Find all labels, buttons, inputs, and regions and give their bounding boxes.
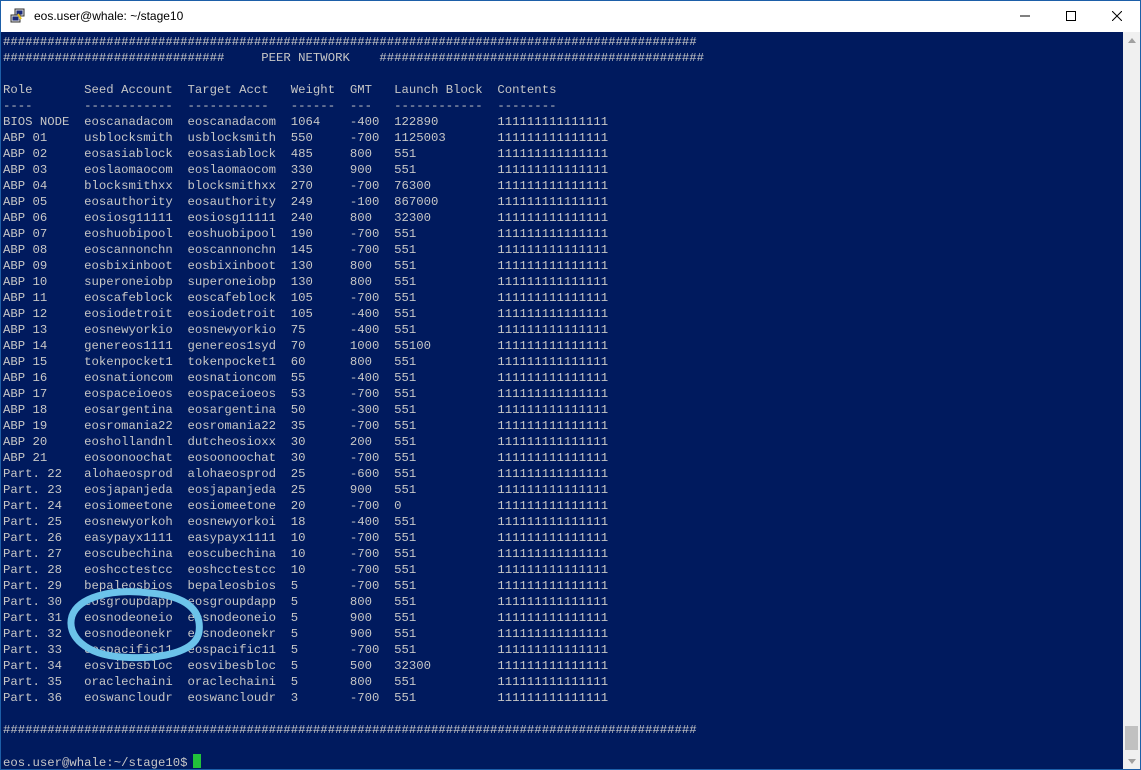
terminal-line: ABP 12 eosiodetroit eosiodetroit 105 -40… [3, 307, 609, 321]
terminal-line: ABP 01 usblocksmith usblocksmith 550 -70… [3, 131, 609, 145]
terminal-line: ABP 21 eosoonoochat eosoonoochat 30 -700… [3, 451, 609, 465]
terminal-line: ############################## PEER NETW… [3, 51, 705, 65]
terminal-line: ABP 07 eoshuobipool eoshuobipool 190 -70… [3, 227, 609, 241]
terminal-line: Part. 29 bepaleosbios bepaleosbios 5 -70… [3, 579, 609, 593]
terminal-line: Part. 27 eoscubechina eoscubechina 10 -7… [3, 547, 609, 561]
prompt-line: eos.user@whale:~/stage10$ [3, 754, 704, 770]
terminal-line: Part. 32 eosnodeonekr eosnodeonekr 5 900… [3, 627, 609, 641]
terminal-line: ABP 18 eosargentina eosargentina 50 -300… [3, 403, 609, 417]
vertical-scrollbar[interactable] [1123, 32, 1140, 769]
terminal-line: ABP 06 eosiosg11111 eosiosg11111 240 800… [3, 211, 609, 225]
minimize-button[interactable] [1002, 1, 1048, 31]
terminal-line: ABP 20 eoshollandnl dutcheosioxx 30 200 … [3, 435, 609, 449]
terminal-line: Part. 23 eosjapanjeda eosjapanjeda 25 90… [3, 483, 609, 497]
maximize-icon [1066, 11, 1076, 21]
maximize-button[interactable] [1048, 1, 1094, 31]
terminal-line: ABP 11 eoscafeblock eoscafeblock 105 -70… [3, 291, 609, 305]
terminal-line: Role Seed Account Target Acct Weight GMT… [3, 83, 557, 97]
window-controls [1002, 1, 1140, 31]
terminal-line: ABP 08 eoscannonchn eoscannonchn 145 -70… [3, 243, 609, 257]
terminal-line: ABP 13 eosnewyorkio eosnewyorkio 75 -400… [3, 323, 609, 337]
terminal-line: Part. 31 eosnodeoneio eosnodeoneio 5 900… [3, 611, 609, 625]
terminal-line: Part. 33 eospacific11 eospacific11 5 -70… [3, 643, 609, 657]
terminal-line: BIOS NODE eoscanadacom eoscanadacom 1064… [3, 115, 609, 129]
terminal-line: ABP 05 eosauthority eosauthority 249 -10… [3, 195, 609, 209]
terminal-line: ABP 17 eospaceioeos eospaceioeos 53 -700… [3, 387, 609, 401]
chevron-down-icon [1127, 759, 1136, 764]
terminal-line: ABP 02 eosasiablock eosasiablock 485 800… [3, 147, 609, 161]
terminal-line: ABP 14 genereos1111 genereos1syd 70 1000… [3, 339, 609, 353]
terminal-line: Part. 26 easypayx1111 easypayx1111 10 -7… [3, 531, 609, 545]
terminal-output[interactable]: ########################################… [1, 32, 1123, 770]
terminal-line: Part. 36 eoswancloudr eoswancloudr 3 -70… [3, 691, 609, 705]
terminal-line: Part. 34 eosvibesbloc eosvibesbloc 5 500… [3, 659, 609, 673]
title-bar[interactable]: eos.user@whale: ~/stage10 [1, 1, 1140, 31]
terminal-line: ABP 19 eosromania22 eosromania22 35 -700… [3, 419, 609, 433]
terminal-line: Part. 25 eosnewyorkoh eosnewyorkoi 18 -4… [3, 515, 609, 529]
terminal-line: Part. 35 oraclechaini oraclechaini 5 800… [3, 675, 609, 689]
minimize-icon [1020, 15, 1030, 17]
terminal-window: eos.user@whale: ~/stage10 ##############… [0, 0, 1141, 770]
terminal-line: ABP 10 superoneiobp superoneiobp 130 800… [3, 275, 609, 289]
window-title: eos.user@whale: ~/stage10 [34, 9, 184, 23]
terminal-line: ABP 09 eosbixinboot eosbixinboot 130 800… [3, 259, 609, 273]
terminal-line: ABP 04 blocksmithxx blocksmithxx 270 -70… [3, 179, 609, 193]
scroll-thumb[interactable] [1125, 726, 1138, 750]
scroll-down-button[interactable] [1123, 753, 1140, 769]
terminal-line: ########################################… [3, 723, 697, 737]
terminal-line: ########################################… [3, 35, 697, 49]
text-cursor [193, 754, 202, 768]
scroll-up-button[interactable] [1123, 32, 1140, 49]
chevron-up-icon [1127, 38, 1136, 43]
terminal-line: Part. 30 eosgroupdapp eosgroupdapp 5 800… [3, 595, 609, 609]
shell-prompt: eos.user@whale:~/stage10$ [3, 756, 188, 770]
putty-icon[interactable] [10, 8, 26, 24]
close-button[interactable] [1094, 1, 1140, 31]
close-icon [1112, 11, 1122, 21]
terminal-line: Part. 24 eosiomeetone eosiomeetone 20 -7… [3, 499, 609, 513]
terminal-text: ########################################… [3, 34, 705, 770]
terminal-line: ABP 15 tokenpocket1 tokenpocket1 60 800 … [3, 355, 609, 369]
terminal-line: Part. 28 eoshcctestcc eoshcctestcc 10 -7… [3, 563, 609, 577]
terminal-line: ABP 03 eoslaomaocom eoslaomaocom 330 900… [3, 163, 609, 177]
terminal-line: Part. 22 alohaeosprod alohaeosprod 25 -6… [3, 467, 609, 481]
terminal-line: ---- ------------ ----------- ------ ---… [3, 99, 557, 113]
terminal-line: ABP 16 eosnationcom eosnationcom 55 -400… [3, 371, 609, 385]
